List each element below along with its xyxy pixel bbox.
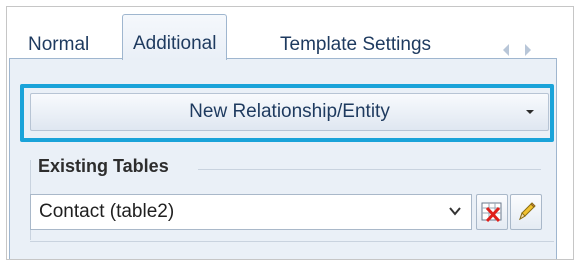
panel-divider: [30, 241, 554, 242]
pencil-icon: [519, 202, 536, 221]
tab-strip: Normal Additional Template Settings: [18, 14, 572, 60]
new-relationship-entity-label: New Relationship/Entity: [189, 101, 390, 122]
existing-tables-label: Existing Tables: [38, 156, 169, 176]
tab-normal[interactable]: Normal: [18, 30, 99, 60]
new-relationship-entity-button[interactable]: New Relationship/Entity: [30, 93, 549, 131]
delete-table-icon: [481, 202, 502, 223]
tab-template-settings[interactable]: Template Settings: [270, 30, 441, 60]
caret-down-icon: [526, 110, 534, 114]
edit-table-button[interactable]: [510, 194, 542, 230]
chevron-right-icon[interactable]: [525, 44, 531, 56]
existing-tables-selected-value: Contact (table2): [39, 201, 175, 222]
chevron-left-icon[interactable]: [503, 44, 509, 56]
chevron-down-icon: [449, 207, 461, 216]
tab-additional[interactable]: Additional: [122, 14, 228, 60]
delete-table-button[interactable]: [476, 194, 508, 230]
group-divider: [198, 169, 541, 170]
existing-tables-select[interactable]: Contact (table2): [30, 194, 472, 230]
